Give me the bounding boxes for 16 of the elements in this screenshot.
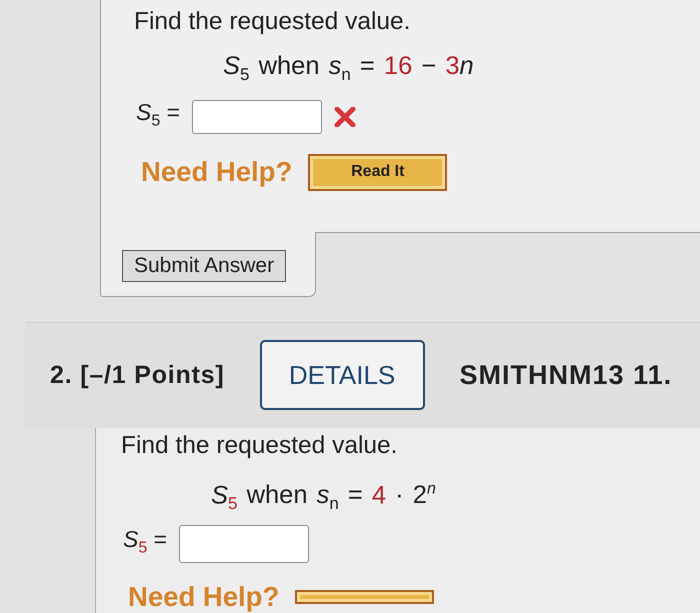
question-prompt: Find the requested value. xyxy=(134,7,410,36)
points-label: 2. [–/1 Points] xyxy=(50,360,225,390)
answer-field[interactable] xyxy=(192,100,322,134)
need-help-label: Need Help? xyxy=(128,581,280,613)
submit-answer-button[interactable]: Submit Answer xyxy=(122,250,286,282)
answer-field[interactable] xyxy=(179,525,310,564)
source-label: SMITHNM13 11. xyxy=(460,360,672,391)
answer-label: S$_{5}$ = xyxy=(136,98,180,132)
read-it-button[interactable] xyxy=(295,590,434,604)
answer-label: S$_{5}$ = xyxy=(123,525,168,559)
formula: S$_{5}$ when s$_{n}$ = 16 − 3n xyxy=(223,51,474,86)
details-button[interactable]: DETAILS xyxy=(260,340,425,410)
read-it-button[interactable]: Read It xyxy=(308,154,448,191)
question-prompt: Find the requested value. xyxy=(121,430,398,460)
formula: S$_{5}$ when s$_{n}$ = 4 · 2$^{n}$ xyxy=(211,480,436,516)
need-help-label: Need Help? xyxy=(141,156,292,188)
